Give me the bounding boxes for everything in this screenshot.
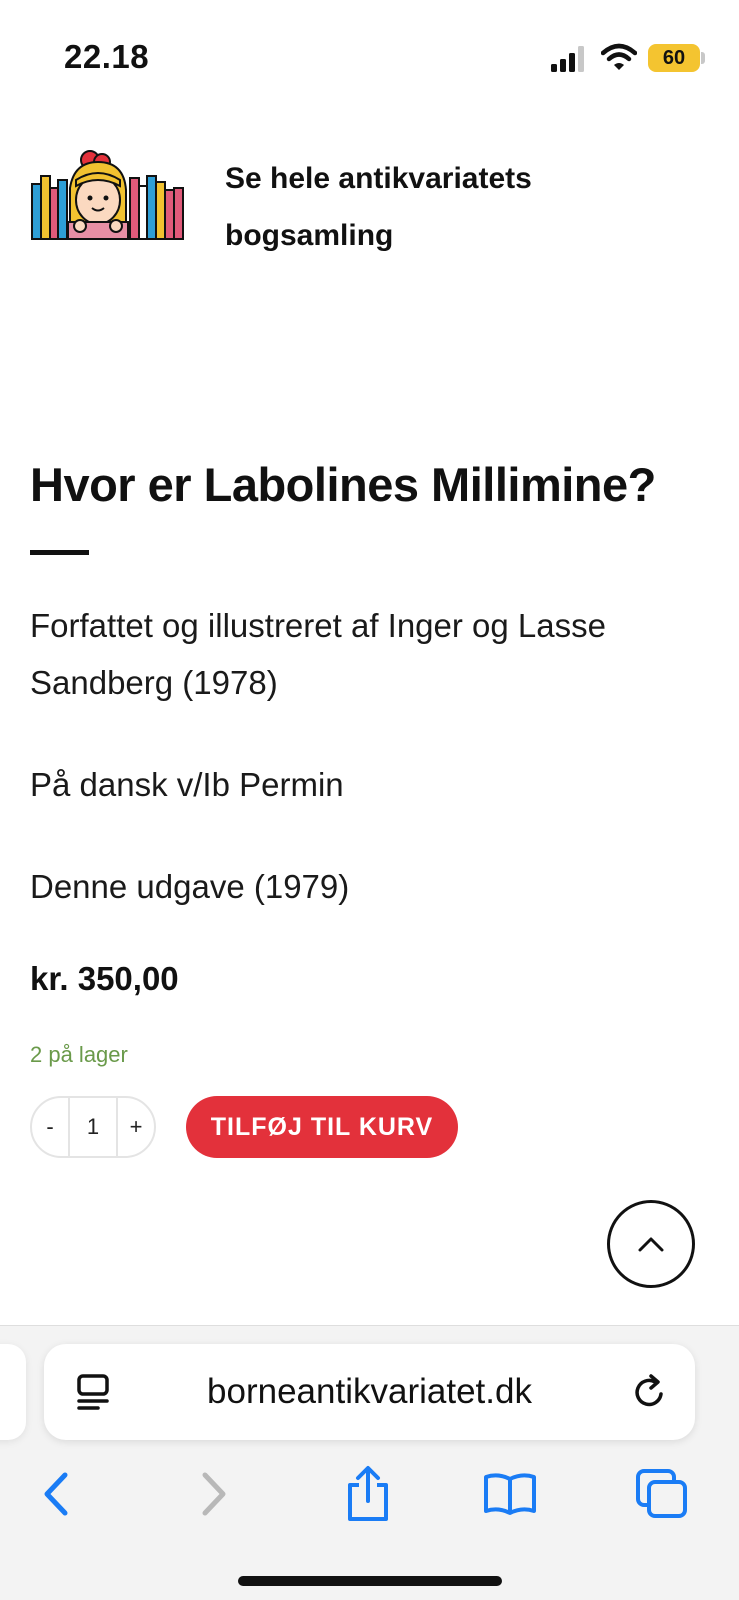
product-price: kr. 350,00 [30, 960, 179, 997]
forward-button[interactable] [184, 1464, 244, 1524]
quantity-decrease-button[interactable]: - [32, 1098, 68, 1156]
site-header: Se hele antikvariatets bogsamling [0, 140, 739, 270]
signal-icon [551, 46, 584, 72]
quantity-stepper: - 1 + [30, 1096, 156, 1158]
chevron-up-icon [638, 1237, 664, 1252]
add-to-cart-form: - 1 + TILFØJ TIL KURV [30, 1096, 720, 1158]
status-bar: 22.18 60 [0, 0, 739, 110]
url-text[interactable]: borneantikvariatet.dk [134, 1344, 605, 1440]
share-icon [348, 1466, 388, 1521]
bookmarks-button[interactable] [480, 1464, 540, 1524]
page: 22.18 60 Se hele antikvariatets bogsamli… [0, 0, 739, 1600]
tabs-icon [636, 1469, 687, 1518]
battery-level: 60 [662, 46, 686, 69]
scroll-to-top-button[interactable] [607, 1200, 695, 1288]
status-time: 22.18 [64, 38, 150, 75]
battery-tip [701, 52, 705, 64]
reader-icon[interactable] [74, 1372, 112, 1412]
back-button[interactable] [26, 1464, 86, 1524]
bookmarks-icon [484, 1473, 536, 1515]
product-summary: Hvor er Labolines Millimine? Forfattet o… [30, 455, 720, 1158]
add-to-cart-button[interactable]: TILFØJ TIL KURV [186, 1096, 458, 1158]
back-icon [44, 1472, 68, 1516]
address-bar[interactable]: borneantikvariatet.dk [44, 1344, 695, 1440]
product-translator-line: På dansk v/Ib Permin [30, 766, 344, 803]
product-title: Hvor er Labolines Millimine? [30, 458, 656, 511]
wifi-icon [601, 43, 637, 70]
forward-icon [202, 1472, 226, 1516]
product-author-line: Forfattet og illustreret af Inger og Las… [30, 607, 606, 701]
tabs-button[interactable] [632, 1464, 692, 1524]
title-divider [30, 550, 89, 555]
reload-icon[interactable] [631, 1372, 669, 1412]
share-button[interactable] [338, 1464, 398, 1524]
quantity-increase-button[interactable]: + [118, 1098, 154, 1156]
browser-toolbar: borneantikvariatet.dk [0, 1325, 739, 1600]
browse-collection-link[interactable]: Se hele antikvariatets bogsamling [225, 150, 625, 264]
stock-status: 2 på lager [30, 1042, 128, 1067]
bookshelf-girl-logo[interactable] [30, 148, 190, 244]
quantity-input[interactable]: 1 [68, 1098, 118, 1156]
product-edition-line: Denne udgave (1979) [30, 868, 350, 905]
battery-icon: 60 [648, 44, 700, 72]
previous-tab-peek[interactable] [0, 1344, 26, 1440]
home-indicator [238, 1576, 502, 1586]
